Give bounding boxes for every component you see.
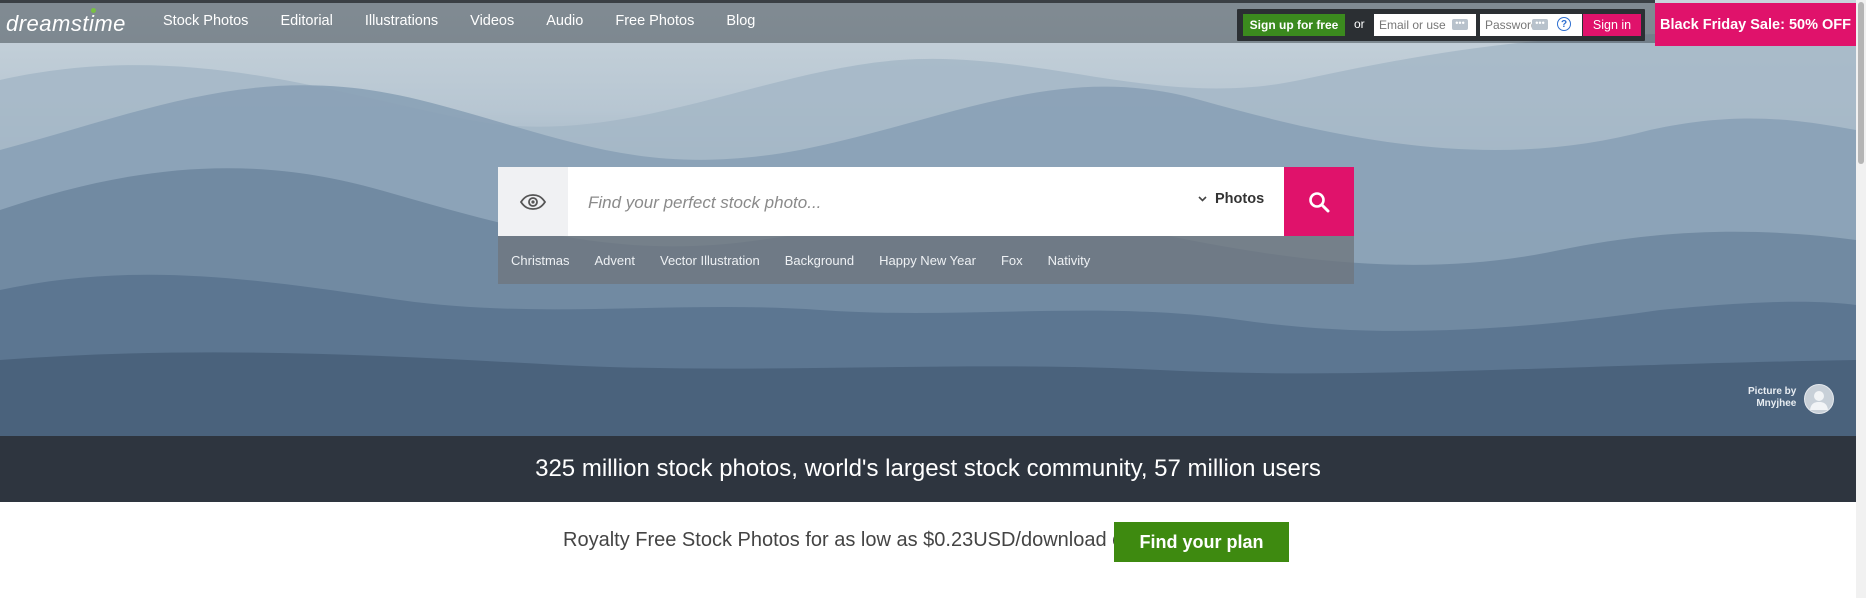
chevron-down-icon	[1198, 196, 1207, 202]
visual-search-button[interactable]	[498, 167, 568, 236]
photo-credit[interactable]: Picture by Mnyjhee	[1748, 386, 1796, 410]
eye-icon	[520, 193, 546, 210]
search-bar: Photos	[498, 167, 1354, 236]
photo-credit-label: Picture by	[1748, 386, 1797, 397]
email-field[interactable]: Email or use •••	[1374, 14, 1476, 36]
tag-nativity[interactable]: Nativity	[1048, 253, 1091, 268]
tag-background[interactable]: Background	[785, 253, 854, 268]
question-mark-icon[interactable]: ?	[1557, 17, 1571, 31]
scrollbar-thumb[interactable]	[1858, 2, 1864, 164]
suggested-tags: Christmas Advent Vector Illustration Bac…	[498, 236, 1354, 284]
search-widget: Photos Christmas Advent Vector Illustrat…	[498, 167, 1354, 284]
search-input[interactable]	[586, 190, 1170, 216]
search-icon	[1309, 191, 1330, 212]
tag-happy-new-year[interactable]: Happy New Year	[879, 253, 976, 268]
autofill-key-icon[interactable]: •••	[1532, 19, 1548, 30]
photo-credit-author: Mnyjhee	[1756, 398, 1797, 409]
logo-accent-dot	[91, 8, 96, 13]
nav-audio[interactable]: Audio	[546, 13, 583, 29]
nav-stock-photos[interactable]: Stock Photos	[163, 13, 248, 29]
tag-christmas[interactable]: Christmas	[511, 253, 570, 268]
login-panel: Sign up for free or Email or use ••• Pas…	[1237, 9, 1645, 41]
black-friday-promo-button[interactable]: Black Friday Sale: 50% OFF	[1655, 3, 1856, 46]
signin-button[interactable]: Sign in	[1583, 14, 1641, 36]
autofill-key-icon[interactable]: •••	[1452, 19, 1468, 30]
main-nav: Stock Photos Editorial Illustrations Vid…	[163, 13, 755, 29]
search-type-value: Photos	[1215, 191, 1265, 207]
email-field-placeholder: Email or use	[1379, 18, 1446, 32]
dreamstime-logo[interactable]: dreamstime	[6, 11, 126, 37]
search-type-select[interactable]: Photos	[1198, 191, 1264, 207]
signup-button[interactable]: Sign up for free	[1243, 14, 1345, 36]
stats-headline: 325 million stock photos, world's larges…	[535, 455, 1321, 482]
nav-illustrations[interactable]: Illustrations	[365, 13, 438, 29]
nav-videos[interactable]: Videos	[470, 13, 514, 29]
nav-editorial[interactable]: Editorial	[280, 13, 332, 29]
nav-blog[interactable]: Blog	[726, 13, 755, 29]
search-submit-button[interactable]	[1284, 167, 1354, 236]
find-your-plan-button[interactable]: Find your plan	[1114, 522, 1289, 562]
password-field-placeholder: Password	[1485, 18, 1538, 32]
avatar[interactable]	[1804, 384, 1834, 414]
tag-advent[interactable]: Advent	[595, 253, 635, 268]
tag-vector-illustration[interactable]: Vector Illustration	[660, 253, 760, 268]
stats-banner: 325 million stock photos, world's larges…	[0, 436, 1856, 502]
nav-free-photos[interactable]: Free Photos	[615, 13, 694, 29]
user-silhouette-icon	[1810, 391, 1828, 410]
pricing-text: Royalty Free Stock Photos for as low as …	[563, 529, 1170, 551]
top-navigation-bar: dreamstime Stock Photos Editorial Illust…	[0, 3, 1856, 46]
tag-fox[interactable]: Fox	[1001, 253, 1023, 268]
or-separator: or	[1354, 17, 1365, 31]
